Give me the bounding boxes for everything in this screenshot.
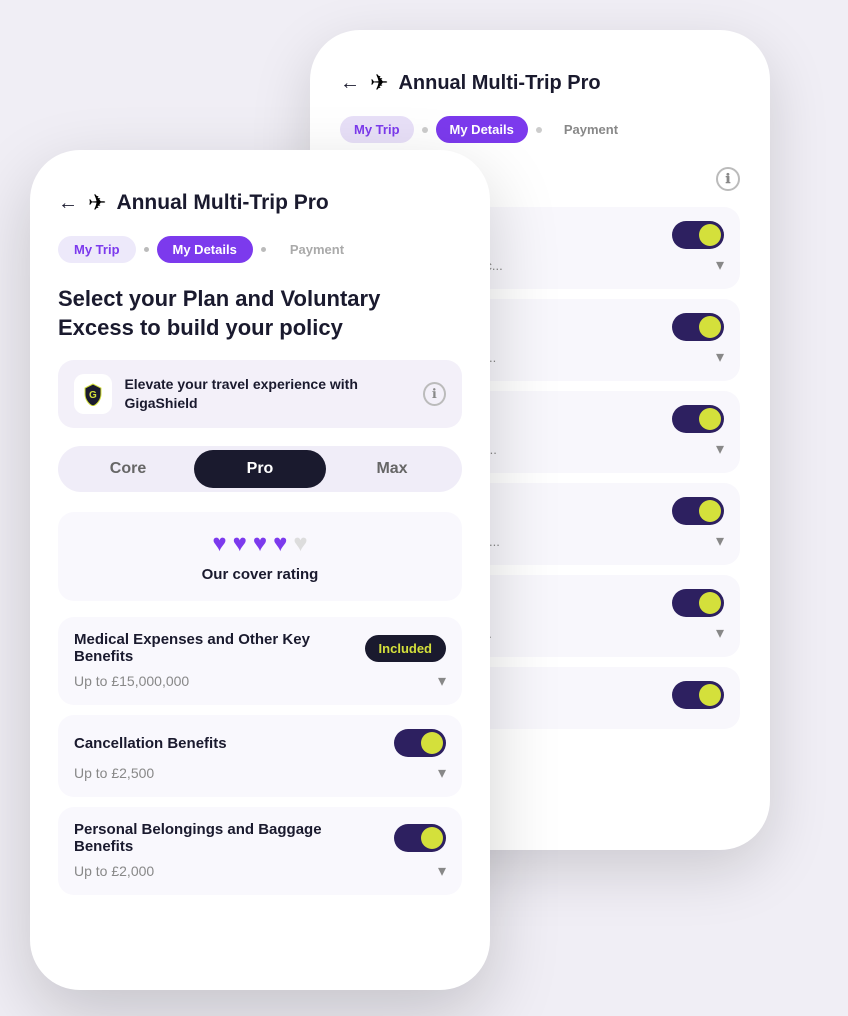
plan-tabs: Core Pro Max xyxy=(58,446,462,492)
main-heading: Select your Plan and Voluntary Excess to… xyxy=(58,285,462,342)
heart-4: ♥ xyxy=(273,530,287,558)
back-row-3-chevron: ▾ xyxy=(716,439,724,459)
back-toggle-4-knob xyxy=(699,500,721,522)
back-toggle-6-knob xyxy=(699,684,721,706)
front-step-mytrip[interactable]: My Trip xyxy=(58,236,136,263)
back-row-2-chevron: ▾ xyxy=(716,347,724,367)
back-toggle-3[interactable] xyxy=(672,405,724,433)
front-step-payment[interactable]: Payment xyxy=(274,236,360,263)
benefit-row-medical: Medical Expenses and Other Key Benefits … xyxy=(58,617,462,705)
back-title: Annual Multi-Trip Pro xyxy=(398,72,600,95)
heart-5: ♥ xyxy=(293,530,307,558)
heart-3: ♥ xyxy=(253,530,267,558)
back-toggle-1-knob xyxy=(699,224,721,246)
back-row-1-chevron: ▾ xyxy=(716,255,724,275)
benefit-medical-top: Medical Expenses and Other Key Benefits … xyxy=(74,631,446,665)
benefit-cancellation-amount: Up to £2,500 ▾ xyxy=(74,763,446,783)
back-toggle-4[interactable] xyxy=(672,497,724,525)
plan-tab-core[interactable]: Core xyxy=(62,450,194,488)
benefit-belongings-chevron[interactable]: ▾ xyxy=(438,861,446,881)
benefit-cancellation-chevron[interactable]: ▾ xyxy=(438,763,446,783)
cancellation-toggle[interactable] xyxy=(394,729,446,757)
hearts-row: ♥ ♥ ♥ ♥ ♥ xyxy=(76,530,444,558)
benefit-cancellation-top: Cancellation Benefits xyxy=(74,729,446,757)
front-title: Annual Multi-Trip Pro xyxy=(116,191,328,215)
giga-info-icon[interactable]: ℹ xyxy=(423,382,446,406)
giga-left: G Elevate your travel experience with Gi… xyxy=(74,374,423,414)
front-plane-icon: ✈ xyxy=(88,190,106,216)
benefit-row-belongings: Personal Belongings and Baggage Benefits… xyxy=(58,807,462,895)
step-dot-1 xyxy=(422,127,428,133)
back-toggle-5-knob xyxy=(699,592,721,614)
giga-banner: G Elevate your travel experience with Gi… xyxy=(58,360,462,428)
benefit-cancellation-title: Cancellation Benefits xyxy=(74,735,394,752)
back-row-4-chevron: ▾ xyxy=(716,531,724,551)
back-toggle-5[interactable] xyxy=(672,589,724,617)
belongings-toggle-knob xyxy=(421,827,443,849)
benefit-belongings-amount: Up to £2,000 ▾ xyxy=(74,861,446,881)
benefit-belongings-title: Personal Belongings and Baggage Benefits xyxy=(74,821,394,855)
back-arrow-icon[interactable]: ← xyxy=(340,72,360,95)
front-back-arrow-icon[interactable]: ← xyxy=(58,192,78,215)
back-step-mydetails[interactable]: My Details xyxy=(436,116,528,143)
plan-tab-max[interactable]: Max xyxy=(326,450,458,488)
included-badge: Included xyxy=(365,635,446,662)
gigashield-icon: G xyxy=(74,374,112,414)
front-header: ← ✈ Annual Multi-Trip Pro xyxy=(58,190,462,216)
cover-rating-label: Our cover rating xyxy=(76,566,444,583)
back-header: ← ✈ Annual Multi-Trip Pro xyxy=(340,70,740,96)
benefit-belongings-top: Personal Belongings and Baggage Benefits xyxy=(74,821,446,855)
heart-2: ♥ xyxy=(233,530,247,558)
cover-rating-box: ♥ ♥ ♥ ♥ ♥ Our cover rating xyxy=(58,512,462,601)
back-toggle-2-knob xyxy=(699,316,721,338)
giga-text: Elevate your travel experience with Giga… xyxy=(124,375,422,414)
back-plane-icon: ✈ xyxy=(370,70,388,96)
back-row-5-chevron: ▾ xyxy=(716,623,724,643)
back-steps: My Trip My Details Payment xyxy=(340,116,740,143)
belongings-toggle[interactable] xyxy=(394,824,446,852)
front-step-dot-1 xyxy=(144,247,149,252)
back-step-mytrip[interactable]: My Trip xyxy=(340,116,414,143)
back-step-payment[interactable]: Payment xyxy=(550,116,632,143)
back-toggle-6[interactable] xyxy=(672,681,724,709)
front-step-mydetails[interactable]: My Details xyxy=(157,236,253,263)
benefit-medical-chevron[interactable]: ▾ xyxy=(438,671,446,691)
phone-front: ← ✈ Annual Multi-Trip Pro My Trip My Det… xyxy=(30,150,490,990)
front-steps: My Trip My Details Payment xyxy=(58,236,462,263)
step-dot-2 xyxy=(536,127,542,133)
benefit-row-cancellation: Cancellation Benefits Up to £2,500 ▾ xyxy=(58,715,462,797)
cancellation-toggle-knob xyxy=(421,732,443,754)
heart-1: ♥ xyxy=(212,530,226,558)
plan-tab-pro[interactable]: Pro xyxy=(194,450,326,488)
back-toggle-1[interactable] xyxy=(672,221,724,249)
svg-text:G: G xyxy=(89,390,97,401)
benefit-medical-title: Medical Expenses and Other Key Benefits xyxy=(74,631,365,665)
front-step-dot-2 xyxy=(261,247,266,252)
back-policy-info-icon[interactable]: ℹ xyxy=(716,167,740,191)
back-toggle-2[interactable] xyxy=(672,313,724,341)
benefit-medical-amount: Up to £15,000,000 ▾ xyxy=(74,671,446,691)
back-toggle-3-knob xyxy=(699,408,721,430)
